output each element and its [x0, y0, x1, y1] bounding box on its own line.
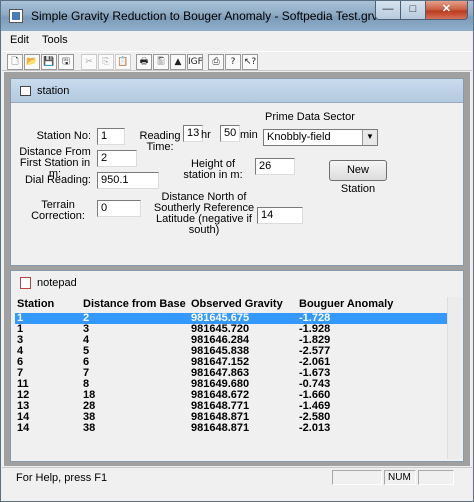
- datum-dropdown[interactable]: Knobbly-field ▼: [263, 129, 378, 146]
- title-bar[interactable]: Simple Gravity Reduction to Bouger Anoma…: [1, 1, 473, 31]
- status-pane-blank: [418, 470, 454, 485]
- status-pane-blank: [332, 470, 382, 485]
- reading-time-label: Reading Time:: [139, 130, 181, 153]
- menu-bar: Edit Tools: [2, 32, 472, 50]
- mdi-client-area: station Station No: 1 Distance From Firs…: [4, 72, 470, 466]
- context-help-icon[interactable]: ↖?: [242, 54, 258, 70]
- print-setup-icon[interactable]: ⎙: [208, 54, 224, 70]
- table-cell: 38: [83, 422, 96, 434]
- close-button[interactable]: ✕: [425, 1, 468, 20]
- minimize-button[interactable]: —: [375, 1, 401, 20]
- station-window-title: station: [37, 85, 70, 97]
- help-icon[interactable]: ?: [225, 54, 241, 70]
- paste-icon[interactable]: 📋: [115, 54, 131, 70]
- print-icon[interactable]: 🖶: [136, 54, 152, 70]
- distance-north-label: Distance North of Southerly Reference La…: [153, 191, 255, 236]
- main-window: Simple Gravity Reduction to Bouger Anoma…: [0, 0, 474, 502]
- menu-edit[interactable]: Edit: [10, 34, 29, 46]
- datum-selected-value: Knobbly-field: [267, 131, 331, 143]
- toolbar: 🗋 📂 💾 🖫 ✂ ⎘ 📋 🖶 🖺 ▲ IGF ⎙? ↖?: [2, 51, 472, 71]
- minute-field[interactable]: 50: [220, 125, 240, 142]
- hour-unit: hr: [201, 129, 211, 141]
- cut-icon[interactable]: ✂: [81, 54, 97, 70]
- station-window: station Station No: 1 Distance From Firs…: [10, 78, 464, 266]
- station-window-icon: [20, 86, 31, 96]
- column-header[interactable]: Station: [17, 298, 54, 310]
- distance-field[interactable]: 2: [97, 150, 137, 167]
- distance-north-field[interactable]: 14: [257, 207, 303, 224]
- hour-field[interactable]: 13: [183, 125, 203, 142]
- dial-reading-label: Dial Reading:: [24, 174, 91, 186]
- status-num-indicator: NUM: [384, 470, 416, 485]
- save-icon[interactable]: 💾: [41, 54, 57, 70]
- chevron-down-icon[interactable]: ▼: [362, 130, 377, 145]
- dial-reading-field[interactable]: 950.1: [97, 172, 159, 189]
- igf-icon[interactable]: IGF: [187, 54, 203, 70]
- save-as-icon[interactable]: 🖫: [58, 54, 74, 70]
- column-header[interactable]: Distance from Base: [83, 298, 186, 310]
- status-bar: For Help, press F1 NUM: [2, 467, 472, 501]
- copy-icon[interactable]: ⎘: [98, 54, 114, 70]
- height-field[interactable]: 26: [255, 158, 295, 175]
- datum-label: Prime Data Sector: [265, 111, 355, 123]
- status-help-text: For Help, press F1: [16, 472, 108, 484]
- terrain-correction-label: Terrain Correction:: [31, 199, 85, 222]
- open-icon[interactable]: 📂: [24, 54, 40, 70]
- notepad-window: notepad Station Distance from Base Obser…: [10, 270, 464, 462]
- menu-tools[interactable]: Tools: [42, 34, 68, 46]
- station-no-label: Station No:: [36, 130, 91, 142]
- table-row[interactable]: 14 38 981648.871 -2.013: [15, 423, 461, 434]
- new-station-button[interactable]: New Station: [329, 160, 387, 195]
- station-window-titlebar[interactable]: station: [11, 79, 463, 103]
- new-icon[interactable]: 🗋: [7, 54, 23, 70]
- notepad-window-title: notepad: [37, 277, 77, 289]
- table-header: Station Distance from Base Observed Grav…: [15, 298, 461, 312]
- vertical-scrollbar[interactable]: [447, 297, 462, 459]
- minute-unit: min: [240, 129, 258, 141]
- terrain-correction-field[interactable]: 0: [97, 200, 141, 217]
- column-header[interactable]: Observed Gravity: [191, 298, 283, 310]
- notepad-window-titlebar[interactable]: notepad: [11, 271, 463, 295]
- height-label: Height of station in m:: [183, 158, 243, 181]
- table-cell: 981648.871: [191, 422, 250, 434]
- app-icon: [9, 9, 23, 23]
- chart-icon[interactable]: ▲: [170, 54, 186, 70]
- station-no-field[interactable]: 1: [97, 128, 125, 145]
- print-preview-icon[interactable]: 🖺: [153, 54, 169, 70]
- window-title: Simple Gravity Reduction to Bouger Anoma…: [31, 9, 378, 23]
- table-cell: -2.013: [299, 422, 331, 434]
- table-cell: 14: [17, 422, 30, 434]
- notepad-icon: [20, 277, 31, 289]
- maximize-button[interactable]: □: [400, 1, 426, 20]
- column-header[interactable]: Bouguer Anomaly: [299, 298, 393, 310]
